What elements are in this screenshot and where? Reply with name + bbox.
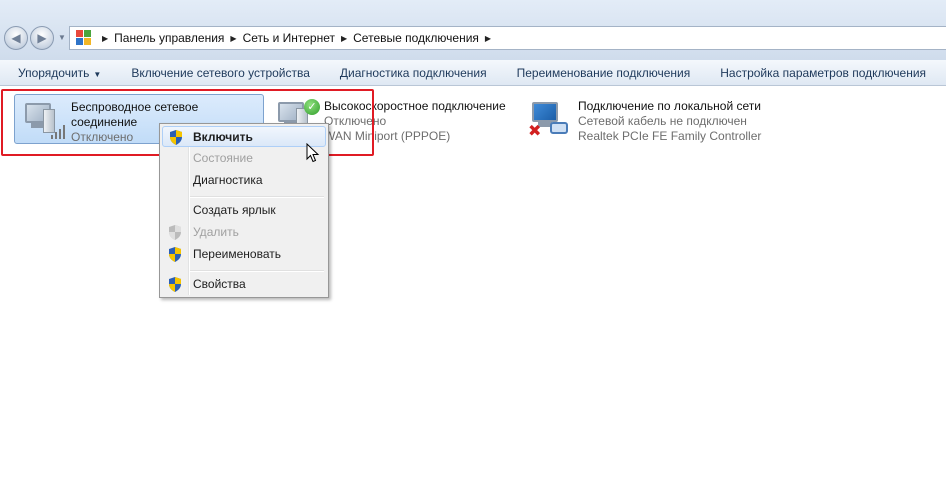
connection-name: Подключение по локальной сети [578, 99, 761, 113]
command-bar: Упорядочить ▼ Включение сетевого устройст… [0, 60, 946, 86]
enable-device-button[interactable]: Включение сетевого устройства [116, 66, 325, 80]
chevron-down-icon: ▼ [93, 69, 102, 79]
lan-connection-icon: ✖ [528, 100, 574, 140]
connection-item-lan[interactable]: ✖ Подключение по локальной сети Сетевой … [522, 94, 782, 144]
control-panel-icon [76, 30, 92, 46]
menu-item-label: Создать ярлык [193, 203, 276, 217]
connection-device: Realtek PCIe FE Family Controller [578, 129, 762, 143]
forward-arrow-icon: ▶ [37, 31, 47, 45]
rename-button[interactable]: Переименование подключения [502, 66, 706, 80]
menu-item-rename[interactable]: Переименовать [162, 244, 326, 265]
back-button[interactable]: ◀ [4, 26, 28, 50]
chevron-right-icon[interactable]: ▶ [102, 34, 108, 43]
address-bar: ◀ ▶ ▼ ▶ Панель управления ▶ Сеть и Интер… [0, 0, 946, 60]
back-arrow-icon: ◀ [11, 31, 21, 45]
menu-item-label: Переименовать [193, 247, 281, 261]
network-cable-icon [550, 122, 568, 134]
menu-separator [190, 196, 324, 198]
menu-item-diagnostics[interactable]: Диагностика [162, 170, 326, 191]
menu-item-label: Состояние [193, 151, 253, 165]
menu-item-label: Диагностика [193, 173, 263, 187]
mouse-cursor-icon [306, 143, 320, 163]
connection-settings-button[interactable]: Настройка параметров подключения [705, 66, 941, 80]
diagnose-button[interactable]: Диагностика подключения [325, 66, 502, 80]
menu-item-delete[interactable]: Удалить [162, 222, 326, 243]
uac-shield-icon [170, 130, 182, 145]
menu-item-create-shortcut[interactable]: Создать ярлык [162, 200, 326, 221]
connection-status: Сетевой кабель не подключен [578, 114, 747, 128]
organize-button[interactable]: Упорядочить ▼ [0, 66, 116, 80]
breadcrumb[interactable]: ▶ Панель управления ▶ Сеть и Интернет ▶ … [69, 26, 946, 50]
recent-pages-chevron-down-icon[interactable]: ▼ [58, 33, 66, 42]
menu-separator [190, 270, 324, 272]
breadcrumb-network-connections[interactable]: Сетевые подключения [353, 31, 479, 45]
breadcrumb-control-panel[interactable]: Панель управления [114, 31, 224, 45]
uac-shield-icon [169, 225, 181, 240]
chevron-right-icon[interactable]: ▶ [341, 34, 347, 43]
organize-label: Упорядочить [18, 65, 90, 80]
error-x-icon: ✖ [528, 123, 542, 140]
uac-shield-icon [169, 247, 181, 262]
chevron-right-icon[interactable]: ▶ [485, 34, 491, 43]
menu-item-properties[interactable]: Свойства [162, 274, 326, 295]
menu-item-label: Свойства [193, 277, 246, 291]
menu-item-label: Включить [193, 130, 253, 144]
menu-item-label: Удалить [193, 225, 239, 239]
context-menu: Включить Состояние Диагностика Создать я… [159, 123, 329, 298]
uac-shield-icon [169, 277, 181, 292]
menu-item-enable[interactable]: Включить [162, 126, 326, 147]
chevron-right-icon[interactable]: ▶ [230, 34, 236, 43]
forward-button[interactable]: ▶ [30, 26, 54, 50]
breadcrumb-network-internet[interactable]: Сеть и Интернет [243, 31, 335, 45]
menu-item-status[interactable]: Состояние [162, 148, 326, 169]
